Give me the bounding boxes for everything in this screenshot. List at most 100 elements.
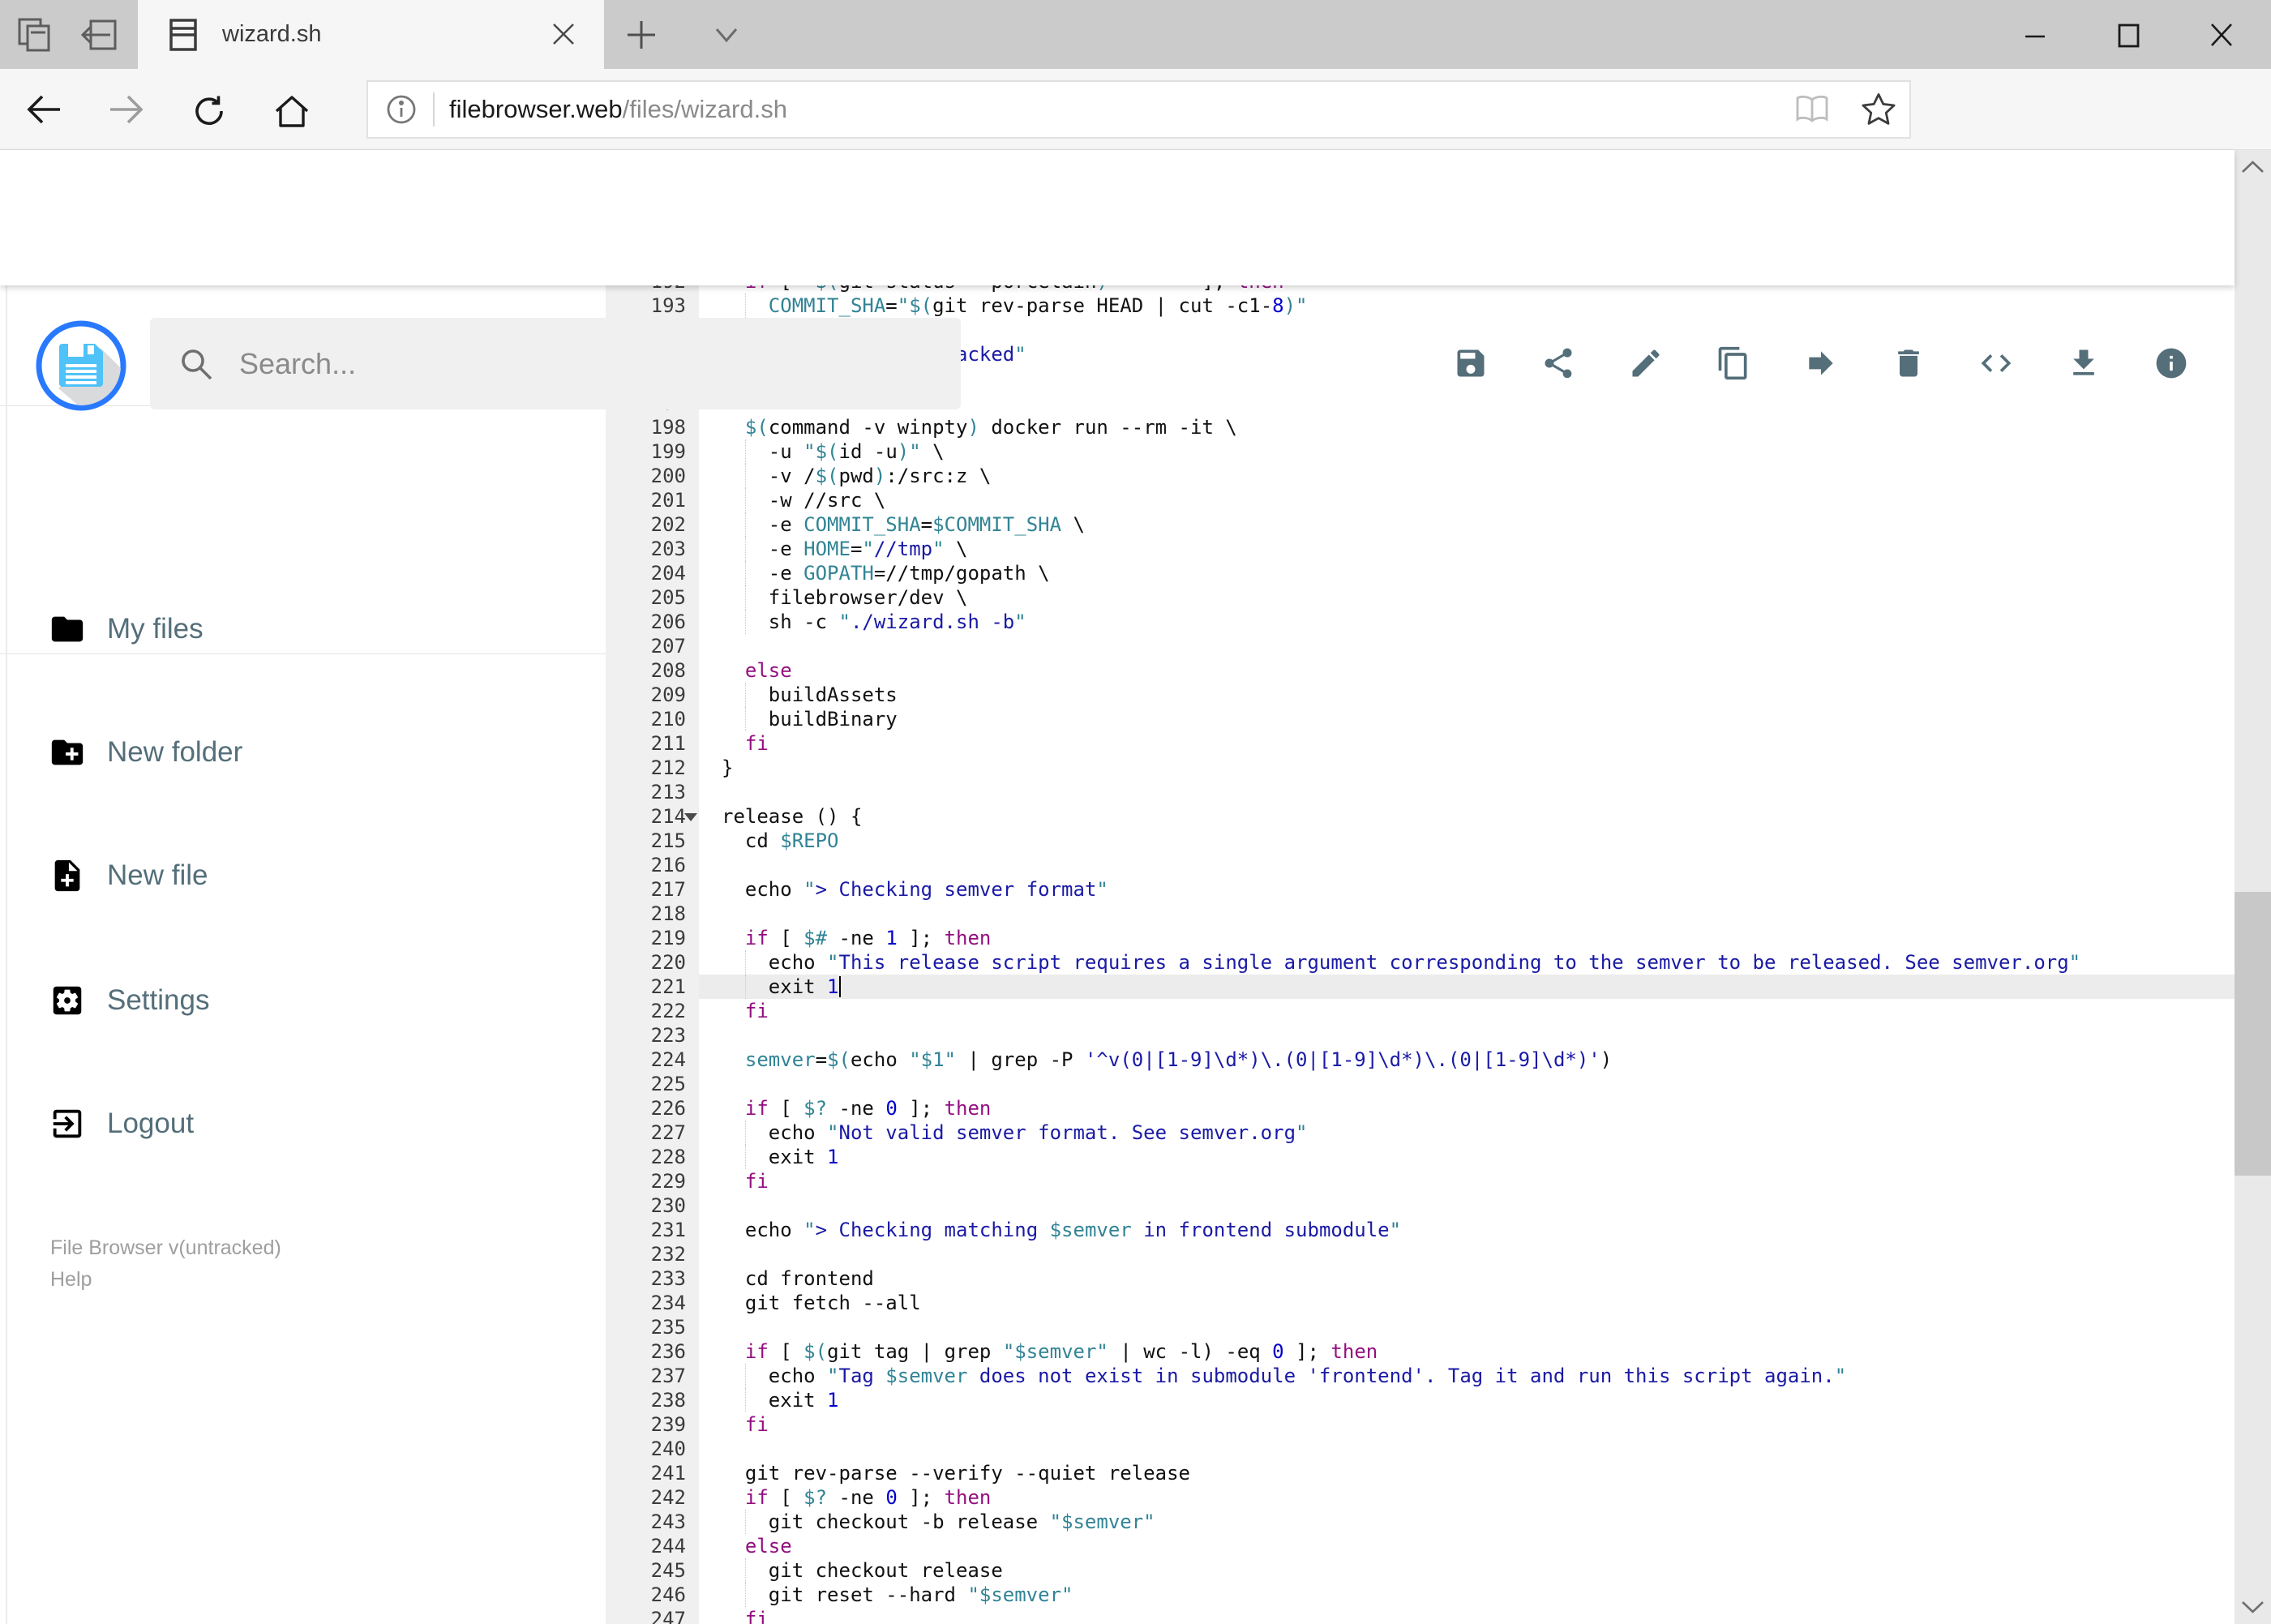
code-line-229[interactable]: fi [699, 1169, 2235, 1193]
code-line-203[interactable]: -e HOME="//tmp" \ [699, 537, 2235, 561]
code-line-232[interactable] [699, 1242, 2235, 1266]
sidebar-item-settings[interactable]: Settings [0, 965, 606, 1036]
code-line-206[interactable]: sh -c "./wizard.sh -b" [699, 610, 2235, 634]
code-line-238[interactable]: exit 1 [699, 1388, 2235, 1412]
refresh-button[interactable] [188, 90, 230, 132]
show-tab-previews-button[interactable] [707, 23, 746, 47]
code-line-198[interactable]: $(command -v winpty) docker run --rm -it… [699, 415, 2235, 439]
search-input[interactable] [238, 345, 889, 382]
reading-view-icon[interactable] [1793, 92, 1832, 127]
scroll-down-icon[interactable] [2238, 1596, 2268, 1618]
search-box[interactable] [150, 318, 961, 409]
set-tabs-aside-button[interactable] [75, 15, 123, 55]
code-line-216[interactable] [699, 853, 2235, 877]
share-button[interactable] [1540, 345, 1576, 381]
code-line-219[interactable]: if [ $# -ne 1 ]; then [699, 926, 2235, 950]
code-line-239[interactable]: fi [699, 1412, 2235, 1437]
code-line-221[interactable]: exit 1 [699, 975, 2235, 999]
code-line-235[interactable] [699, 1315, 2235, 1339]
code-line-241[interactable]: git rev-parse --verify --quiet release [699, 1461, 2235, 1485]
indent-guide [744, 1121, 746, 1145]
sidebar-item-logout[interactable]: Logout [0, 1088, 606, 1159]
code-button[interactable] [1978, 345, 2014, 381]
code-line-213[interactable] [699, 780, 2235, 804]
back-button[interactable] [21, 90, 66, 129]
line-number: 228 [650, 1146, 686, 1168]
code-line-226[interactable]: if [ $? -ne 0 ]; then [699, 1096, 2235, 1121]
code-line-223[interactable] [699, 1023, 2235, 1048]
code-line-237[interactable]: echo "Tag $semver does not exist in subm… [699, 1364, 2235, 1388]
code-line-245[interactable]: git checkout release [699, 1558, 2235, 1583]
code-line-214[interactable]: release () { [699, 804, 2235, 829]
line-number: 200 [650, 465, 686, 487]
filebrowser-logo[interactable] [36, 320, 126, 411]
window-minimize-button[interactable] [1995, 11, 2076, 58]
code-line-234[interactable]: git fetch --all [699, 1291, 2235, 1315]
code-line-205[interactable]: filebrowser/dev \ [699, 585, 2235, 610]
code-line-215[interactable]: cd $REPO [699, 829, 2235, 853]
window-maximize-button[interactable] [2088, 11, 2169, 58]
code-line-247[interactable]: fi [699, 1607, 2235, 1624]
code-line-224[interactable]: semver=$(echo "$1" | grep -P '^v(0|[1-9]… [699, 1048, 2235, 1072]
site-info-icon[interactable] [383, 91, 420, 128]
tab-preview-button[interactable] [10, 15, 58, 55]
code-line-231[interactable]: echo "> Checking matching $semver in fro… [699, 1218, 2235, 1242]
code-line-207[interactable] [699, 634, 2235, 658]
line-number: 207 [650, 635, 686, 658]
info-button[interactable] [2153, 345, 2189, 381]
code-line-246[interactable]: git reset --hard "$semver" [699, 1583, 2235, 1607]
move-button[interactable] [1803, 345, 1839, 381]
code-line-199[interactable]: -u "$(id -u)" \ [699, 439, 2235, 464]
fold-toggle-icon[interactable] [684, 813, 697, 821]
sidebar-item-new-folder[interactable]: New folder [0, 717, 606, 788]
code-line-192[interactable]: if [ "$(git status --porcelain)" == "" ]… [699, 285, 2235, 294]
line-number: 244 [650, 1535, 686, 1558]
address-bar[interactable]: filebrowser.web/files/wizard.sh [366, 80, 1911, 139]
home-button[interactable] [269, 90, 315, 132]
code-line-244[interactable]: else [699, 1534, 2235, 1558]
code-line-227[interactable]: echo "Not valid semver format. See semve… [699, 1121, 2235, 1145]
code-line-204[interactable]: -e GOPATH=//tmp/gopath \ [699, 561, 2235, 585]
code-line-200[interactable]: -v /$(pwd):/src:z \ [699, 464, 2235, 488]
code-line-233[interactable]: cd frontend [699, 1266, 2235, 1291]
sidebar-item-new-file[interactable]: New file [0, 840, 606, 911]
tab-close-icon[interactable] [547, 18, 580, 50]
delete-button[interactable] [1891, 345, 1926, 381]
scroll-up-icon[interactable] [2238, 156, 2268, 178]
save-button[interactable] [1453, 345, 1489, 381]
scrollbar-thumb[interactable] [2235, 892, 2271, 1176]
help-link[interactable]: Help [50, 1264, 281, 1296]
code-line-201[interactable]: -w //src \ [699, 488, 2235, 512]
code-line-208[interactable]: else [699, 658, 2235, 683]
window-close-button[interactable] [2181, 11, 2262, 58]
code-line-240[interactable] [699, 1437, 2235, 1461]
code-line-220[interactable]: echo "This release script requires a sin… [699, 950, 2235, 975]
code-line-225[interactable] [699, 1072, 2235, 1096]
code-line-202[interactable]: -e COMMIT_SHA=$COMMIT_SHA \ [699, 512, 2235, 537]
edit-button[interactable] [1628, 345, 1664, 381]
home-icon [275, 96, 309, 127]
code-line-230[interactable] [699, 1193, 2235, 1218]
code-line-209[interactable]: buildAssets [699, 683, 2235, 707]
forward-button[interactable] [104, 90, 149, 129]
code-line-210[interactable]: buildBinary [699, 707, 2235, 731]
code-line-217[interactable]: echo "> Checking semver format" [699, 877, 2235, 902]
code-line-242[interactable]: if [ $? -ne 0 ]; then [699, 1485, 2235, 1510]
browser-tab-wizard-sh[interactable]: wizard.sh [138, 0, 604, 69]
code-line-218[interactable] [699, 902, 2235, 926]
vertical-scrollbar[interactable] [2235, 150, 2271, 1624]
code-line-228[interactable]: exit 1 [699, 1145, 2235, 1169]
code-line-193[interactable]: COMMIT_SHA="$(git rev-parse HEAD | cut -… [699, 294, 2235, 318]
download-button[interactable] [2066, 345, 2102, 381]
code-line-211[interactable]: fi [699, 731, 2235, 756]
maximize-icon [2118, 24, 2140, 48]
line-number: 219 [650, 927, 686, 949]
code-line-236[interactable]: if [ $(git tag | grep "$semver" | wc -l)… [699, 1339, 2235, 1364]
code-line-222[interactable]: fi [699, 999, 2235, 1023]
code-line-212[interactable]: } [699, 756, 2235, 780]
copy-button[interactable] [1716, 345, 1751, 381]
favorite-star-icon[interactable] [1859, 90, 1898, 129]
code-editor[interactable]: 192 if [ "$(git status --porcelain)" == … [606, 285, 2235, 1624]
code-line-243[interactable]: git checkout -b release "$semver" [699, 1510, 2235, 1534]
new-tab-button[interactable] [623, 16, 660, 54]
